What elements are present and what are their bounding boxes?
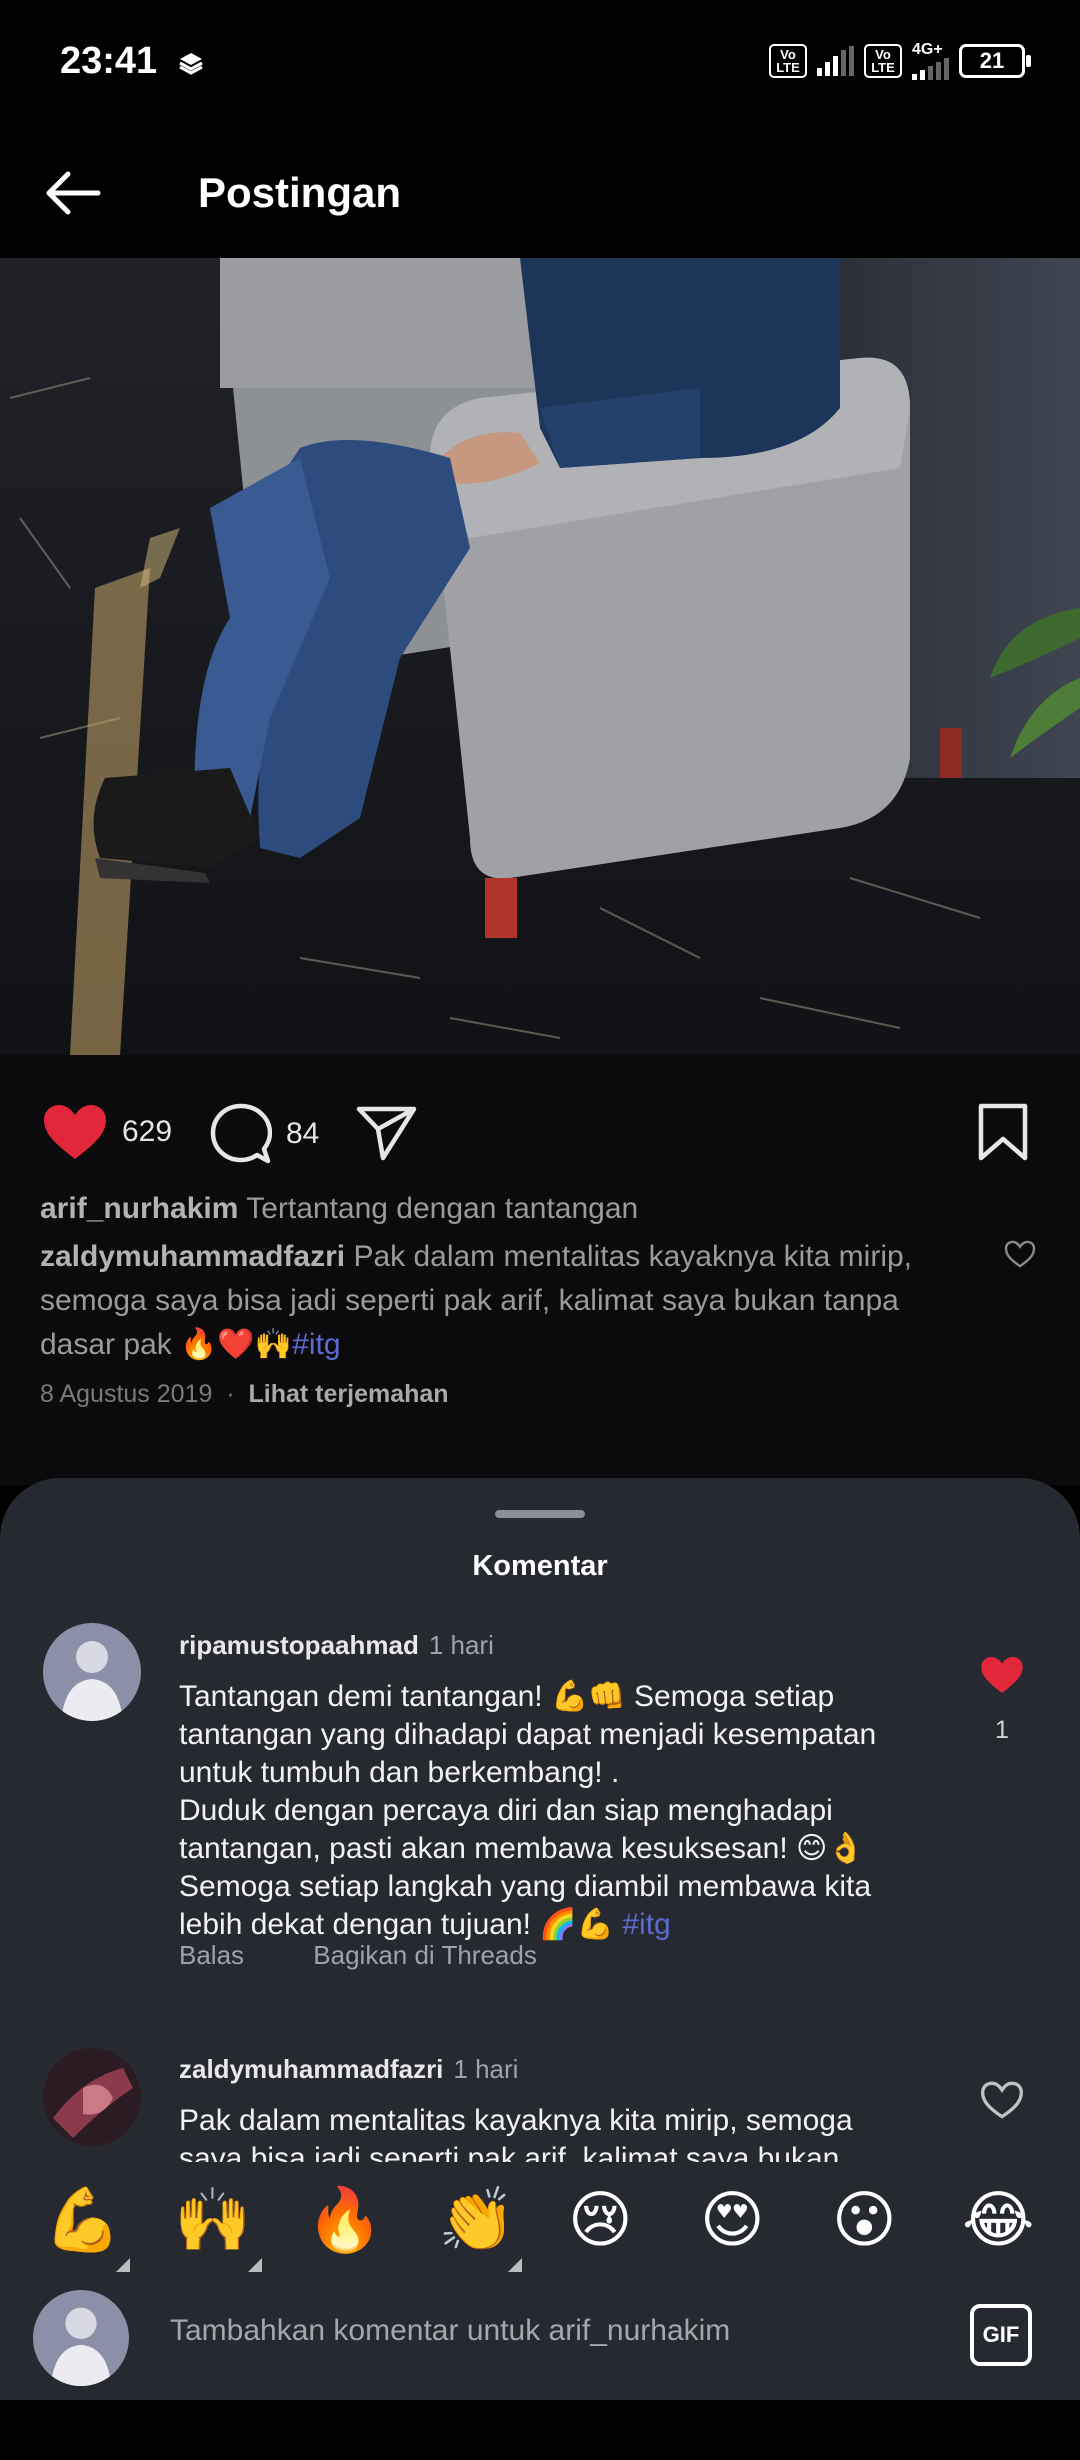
emoji-quick-bar: 💪 🙌 🔥 👏 😢 😍 😮 😂 <box>0 2170 1080 2272</box>
comment-line: Duduk dengan percaya diri dan siap mengh… <box>179 1794 833 1827</box>
comment-line: tantangan, pasti akan membawa kesuksesan… <box>179 1832 865 1865</box>
volte-badge-2: Vo LTE <box>864 44 902 78</box>
skin-tone-indicator <box>116 2258 130 2272</box>
share-action[interactable] <box>356 1103 418 1161</box>
see-translation-link[interactable]: Lihat terjemahan <box>249 1380 449 1408</box>
avatar[interactable] <box>43 2048 141 2146</box>
caption-text: Tertantang dengan tantangan <box>246 1192 639 1225</box>
comment-line: Tantangan demi tantangan! 💪👊 Semoga seti… <box>179 1680 835 1713</box>
post-date: 8 Agustus 2019 <box>40 1380 213 1408</box>
emoji-button[interactable]: 😍 <box>700 2180 765 2260</box>
reply-button[interactable]: Balas <box>179 1940 244 1970</box>
top-app-bar: Postingan <box>0 130 1080 258</box>
comment-count[interactable]: 84 <box>286 1117 319 1151</box>
avatar-image <box>43 1623 141 1721</box>
comment-username[interactable]: zaldymuhammadfazri 1 hari <box>179 2054 518 2085</box>
emoji-button[interactable]: 👏 <box>438 2180 515 2260</box>
bookmark-icon[interactable] <box>977 1103 1029 1161</box>
status-bar: 23:41 Vo LTE Vo LTE 4G+ 21 <box>0 0 1080 130</box>
meta-separator: · <box>219 1380 242 1408</box>
comment-time: 1 hari <box>453 2054 519 2084</box>
avatar-image <box>43 2048 141 2146</box>
signal-icon <box>817 46 854 76</box>
post-caption: arif_nurhakim Tertantang dengan tantanga… <box>40 1187 940 1231</box>
comment-hashtag[interactable]: #itg <box>622 1908 670 1941</box>
comment-username[interactable]: ripamustopaahmad 1 hari <box>179 1630 494 1661</box>
comment-username-text[interactable]: zaldymuhammadfazri <box>179 2054 443 2084</box>
emoji-button[interactable]: 😮 <box>832 2180 897 2260</box>
page-title: Postingan <box>198 169 402 216</box>
emoji-button[interactable]: 😂 <box>962 2180 1034 2260</box>
post-action-bar: 629 84 <box>0 1085 1080 1185</box>
comment-actions: Balas Bagikan di Threads <box>179 1940 599 1971</box>
avatar-image <box>33 2290 129 2386</box>
comment-line: untuk tumbuh dan berkembang! . <box>179 1756 620 1789</box>
signal-icon-2 <box>912 58 949 80</box>
send-icon[interactable] <box>356 1103 418 1161</box>
top-comment-preview: zaldymuhammadfazri Pak dalam mentalitas … <box>40 1235 940 1367</box>
avatar[interactable] <box>43 1623 141 1721</box>
like-action[interactable]: 629 <box>42 1103 172 1161</box>
comment-text: Pak dalam mentalitas kayaknya kita mirip… <box>179 2102 899 2162</box>
status-time: 23:41 <box>60 40 158 82</box>
skin-tone-indicator <box>508 2258 522 2272</box>
comment-line: saya bisa jadi seperti pak arif, kalimat… <box>179 2142 840 2162</box>
own-avatar <box>33 2290 129 2386</box>
back-arrow-icon[interactable] <box>40 158 110 228</box>
comment-line: Pak dalam mentalitas kayaknya kita mirip… <box>179 2104 853 2137</box>
post-photo-illustration <box>0 258 1080 1055</box>
caption-username[interactable]: arif_nurhakim <box>40 1192 238 1225</box>
heart-filled-icon[interactable] <box>980 1655 1024 1695</box>
post-details: 629 84 arif_nurhakim Tertantang dengan t… <box>0 1055 1080 1485</box>
heart-filled-icon[interactable] <box>42 1103 108 1161</box>
skin-tone-indicator <box>248 2258 262 2272</box>
emoji-button[interactable]: 🙌 <box>174 2180 251 2260</box>
like-count[interactable]: 629 <box>122 1115 172 1149</box>
comment-time: 1 hari <box>428 1630 494 1660</box>
comment-input[interactable]: Tambahkan komentar untuk arif_nurhakim <box>170 2314 730 2348</box>
comment-text: Tantangan demi tantangan! 💪👊 Semoga seti… <box>179 1678 899 1944</box>
comment-like-count: 1 <box>995 1716 1009 1744</box>
battery-icon: 21 <box>959 44 1031 78</box>
comment-line: lebih dekat dengan tujuan! 🌈💪 #itg <box>179 1906 899 1944</box>
heart-outline-icon[interactable] <box>1004 1240 1036 1268</box>
comment-line: tantangan yang dihadapi dapat menjadi ke… <box>179 1718 877 1751</box>
volte-badge: Vo LTE <box>769 44 807 78</box>
heart-outline-icon[interactable] <box>980 2080 1024 2120</box>
top-comment-username[interactable]: zaldymuhammadfazri <box>40 1240 345 1273</box>
share-threads-button[interactable]: Bagikan di Threads <box>313 1940 537 1970</box>
post-meta: 8 Agustus 2019 · Lihat terjemahan <box>40 1380 449 1409</box>
sheet-title: Komentar <box>472 1550 608 1582</box>
emoji-button[interactable]: 😢 <box>568 2180 633 2260</box>
gif-button[interactable]: GIF <box>970 2304 1032 2366</box>
emoji-button[interactable]: 💪 <box>44 2180 121 2260</box>
post-image[interactable] <box>0 258 1080 1055</box>
system-nav-bar <box>0 2400 1080 2460</box>
top-comment-hashtag[interactable]: #itg <box>292 1328 340 1361</box>
comment-bubble-icon[interactable] <box>210 1103 272 1165</box>
comment-action[interactable]: 84 <box>210 1103 319 1165</box>
emoji-button[interactable]: 🔥 <box>306 2180 383 2260</box>
comment-line: Semoga setiap langkah yang diambil memba… <box>179 1870 872 1903</box>
network-type: 4G+ <box>912 41 943 58</box>
network-indicator: 4G+ <box>912 42 949 80</box>
drag-handle[interactable] <box>495 1510 585 1518</box>
status-icons: Vo LTE Vo LTE 4G+ 21 <box>769 42 1031 80</box>
comment-composer: Tambahkan komentar untuk arif_nurhakim G… <box>0 2272 1080 2400</box>
layers-icon <box>179 53 203 75</box>
comment-username-text[interactable]: ripamustopaahmad <box>179 1630 419 1660</box>
comment-line-text: lebih dekat dengan tujuan! 🌈💪 <box>179 1908 614 1941</box>
